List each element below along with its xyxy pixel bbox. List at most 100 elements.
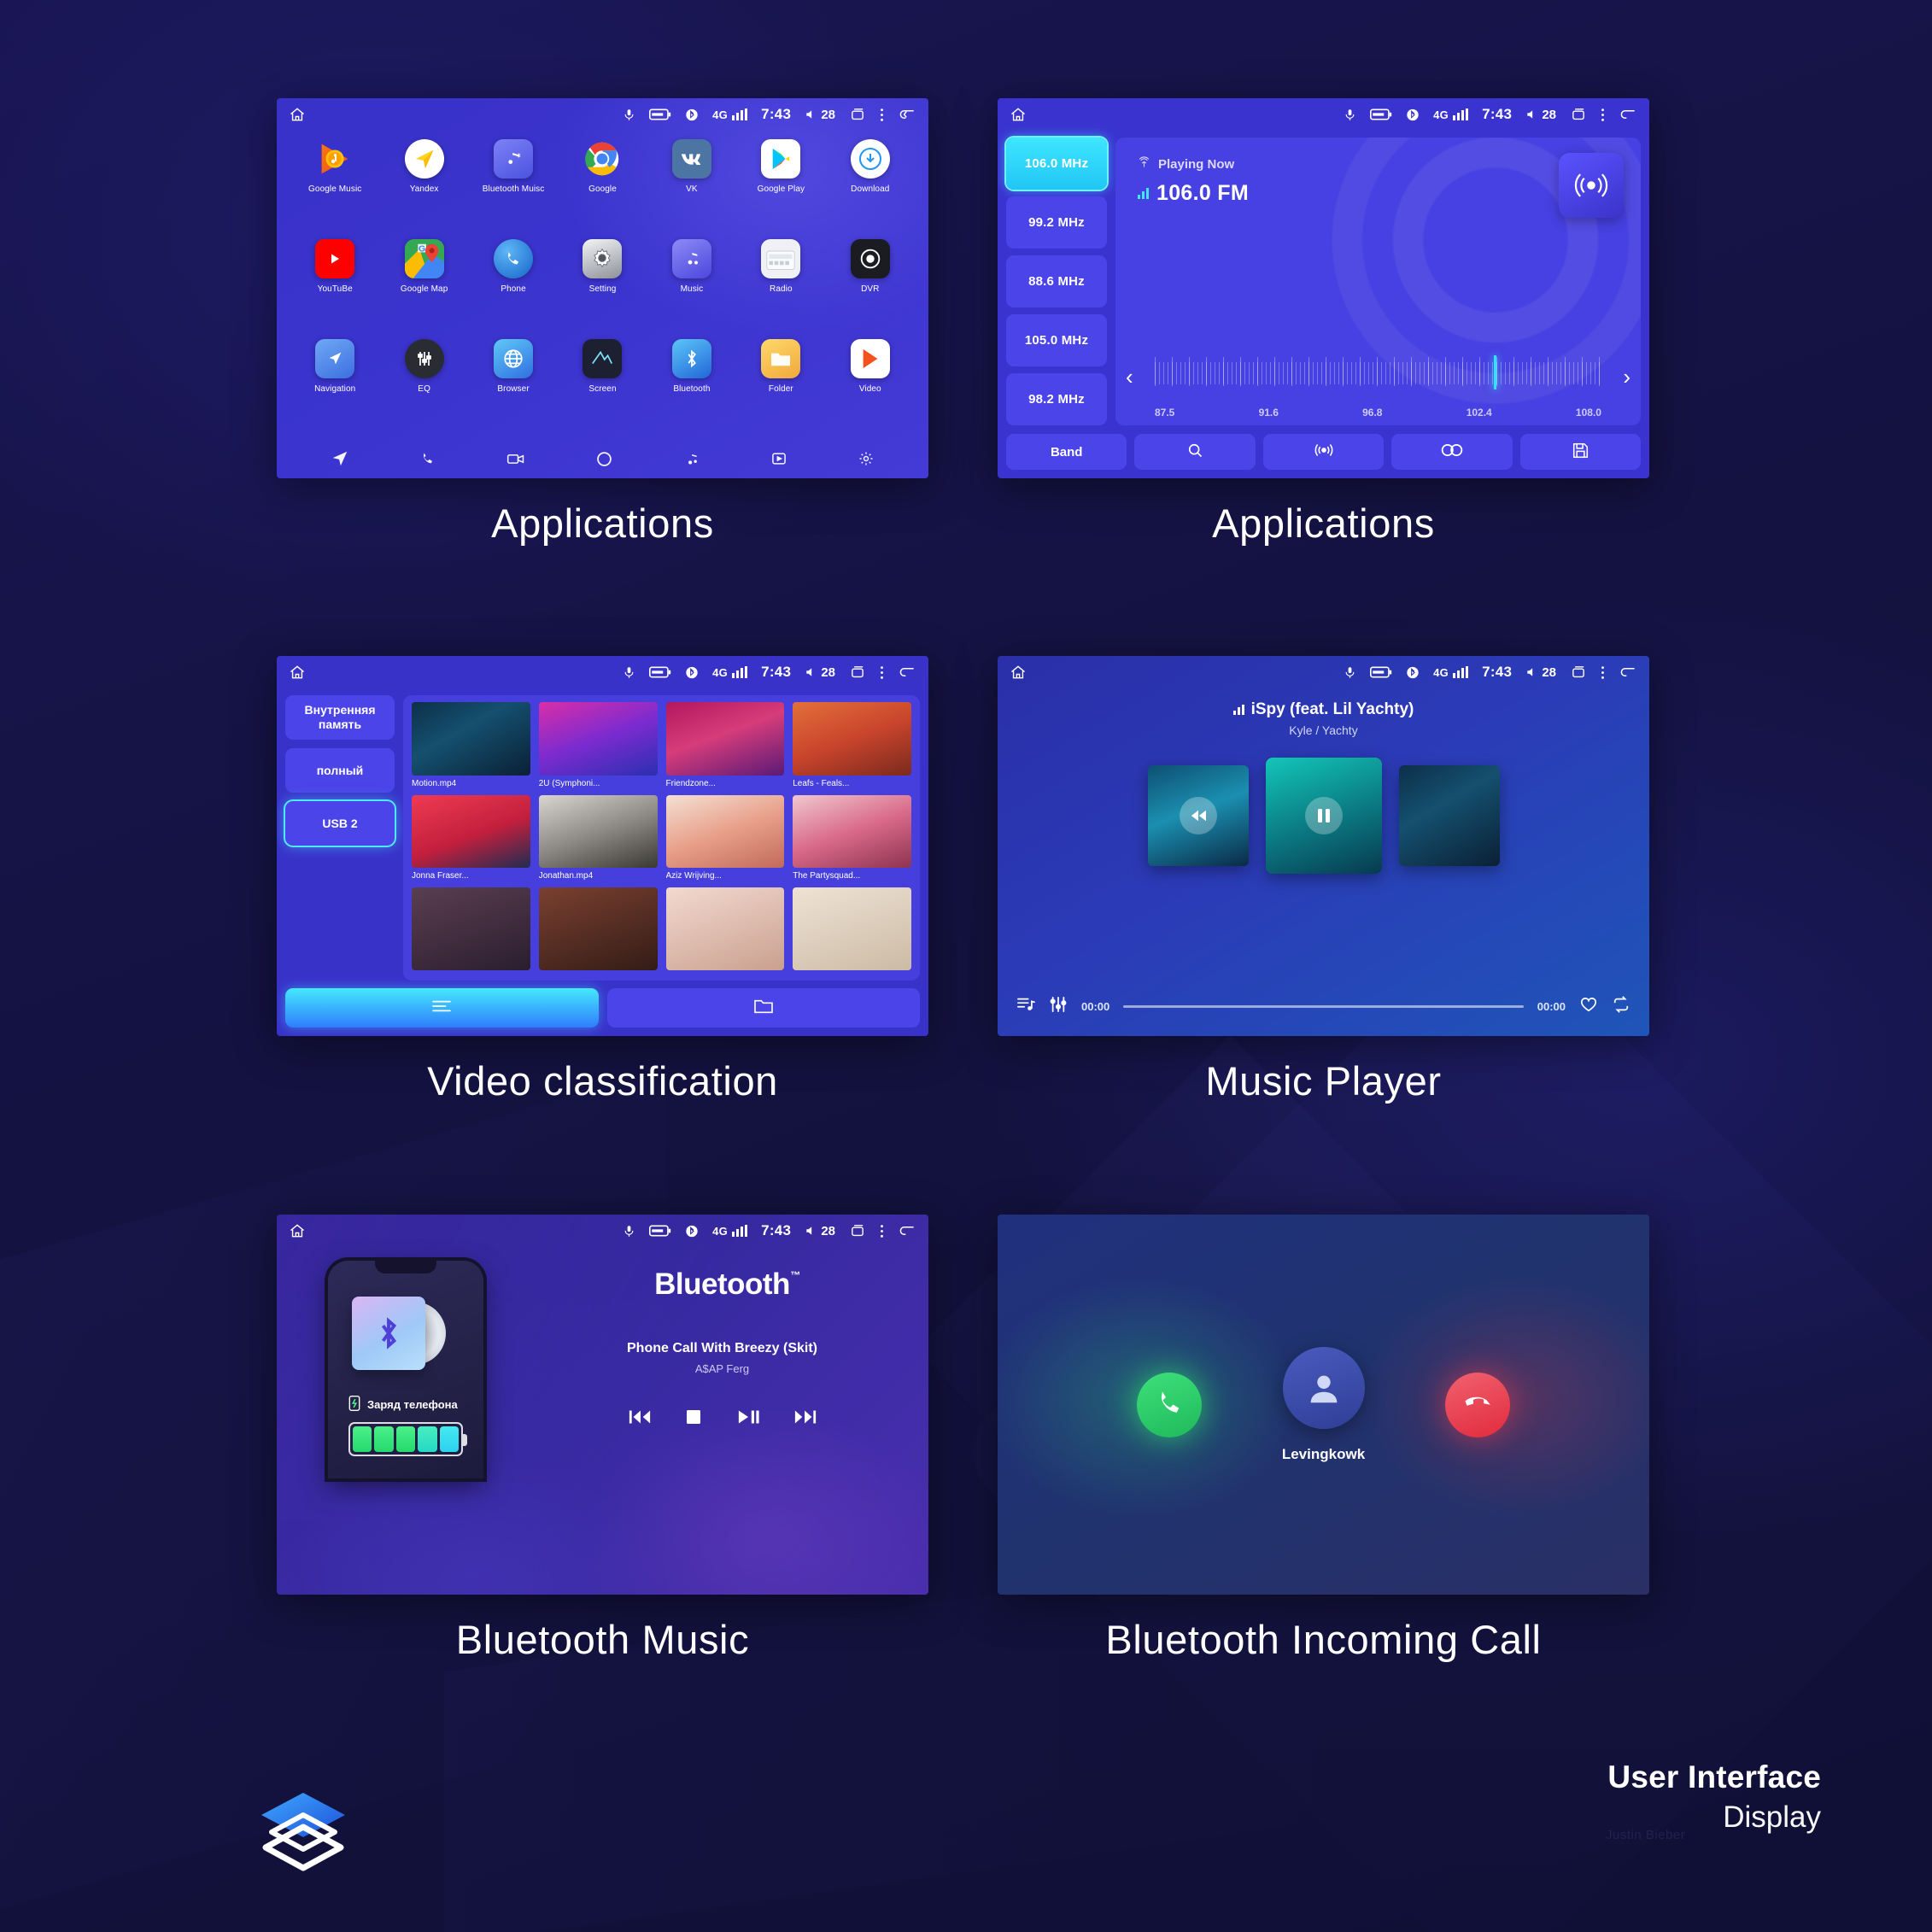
video-item[interactable]: 2U (Symphoni... [538, 702, 658, 788]
back-icon[interactable] [1619, 108, 1637, 121]
preset-button[interactable]: 99.2 MHz [1006, 196, 1107, 249]
video-item[interactable]: Jonathan.mp4 [538, 794, 658, 881]
app-tile-navigation[interactable]: Navigation [290, 339, 379, 439]
app-tile-radio[interactable]: Radio [736, 239, 825, 339]
video-item[interactable]: Aziz Wrijving... [665, 794, 785, 881]
album-cover-next[interactable] [1398, 765, 1500, 866]
video-play-icon[interactable] [770, 450, 787, 467]
home-icon[interactable] [289, 664, 306, 681]
menu-dots-icon[interactable] [880, 1224, 884, 1238]
menu-dots-icon[interactable] [1601, 665, 1605, 680]
tune-up-icon[interactable]: › [1623, 364, 1630, 390]
stop-icon[interactable] [684, 1408, 705, 1431]
video-item[interactable]: Leafs - Feals... [793, 702, 911, 788]
app-tile-vk[interactable]: VK [647, 139, 736, 239]
reject-call-button[interactable] [1445, 1372, 1511, 1437]
mic-icon[interactable] [623, 1224, 635, 1238]
app-tile-google-play[interactable]: Google Play [736, 139, 825, 239]
tab-folder-view[interactable] [606, 988, 920, 1027]
recent-apps-icon[interactable] [1570, 665, 1587, 679]
back-icon[interactable] [898, 1224, 916, 1238]
video-item[interactable] [793, 887, 911, 974]
mic-icon[interactable] [1344, 665, 1356, 680]
home-icon[interactable] [1010, 106, 1027, 123]
home-icon[interactable] [1010, 664, 1027, 681]
source-internal-memory[interactable]: Внутренняя память [285, 695, 395, 740]
app-tile-music[interactable]: Music [647, 239, 736, 339]
app-tile-google[interactable]: Google [558, 139, 647, 239]
album-cover-current[interactable] [1265, 758, 1382, 874]
equalizer-icon[interactable] [1049, 996, 1068, 1017]
dial-needle[interactable] [1493, 355, 1496, 389]
tab-list-view[interactable] [285, 988, 599, 1027]
back-icon[interactable] [898, 108, 916, 121]
album-cover-previous[interactable] [1147, 765, 1249, 866]
app-tile-google-map[interactable]: G Google Map [379, 239, 468, 339]
frequency-dial[interactable]: ‹ › 87.5 91.6 96.8 102.4 108.0 [1115, 354, 1641, 425]
navigation-arrow-icon[interactable] [331, 449, 349, 468]
recent-apps-icon[interactable] [849, 108, 866, 121]
menu-dots-icon[interactable] [880, 108, 884, 122]
preset-button[interactable]: 106.0 MHz [1006, 138, 1107, 190]
app-tile-youtube[interactable]: YouTuBe [290, 239, 379, 339]
tune-down-icon[interactable]: ‹ [1126, 364, 1133, 390]
mic-icon[interactable] [623, 108, 635, 122]
phone-icon[interactable] [419, 450, 436, 467]
menu-dots-icon[interactable] [1601, 108, 1605, 122]
video-item[interactable]: Motion.mp4 [412, 702, 530, 788]
app-tile-bluetooth-music[interactable]: Bluetooth Muisc [469, 139, 558, 239]
preset-button[interactable]: 98.2 MHz [1006, 373, 1107, 425]
app-tile-folder[interactable]: Folder [736, 339, 825, 439]
settings-gear-icon[interactable] [858, 450, 875, 467]
accept-call-button[interactable] [1136, 1372, 1202, 1437]
video-item[interactable]: Jonna Fraser... [412, 794, 530, 881]
scan-button[interactable] [1262, 434, 1385, 470]
source-full[interactable]: полный [285, 748, 395, 793]
home-icon[interactable] [289, 1222, 306, 1239]
progress-bar[interactable] [1123, 1004, 1524, 1008]
dvr-camera-icon[interactable] [506, 451, 525, 466]
app-tile-phone[interactable]: Phone [469, 239, 558, 339]
menu-dots-icon[interactable] [880, 665, 884, 680]
mic-icon[interactable] [1344, 108, 1356, 122]
app-tile-bluetooth[interactable]: Bluetooth [647, 339, 736, 439]
app-tile-download[interactable]: Download [826, 139, 915, 239]
previous-icon[interactable] [628, 1408, 652, 1431]
save-button[interactable] [1519, 434, 1642, 470]
video-item[interactable] [412, 887, 530, 974]
app-tile-eq[interactable]: EQ [379, 339, 468, 439]
rewind-icon[interactable] [1179, 797, 1217, 834]
video-item[interactable] [665, 887, 785, 974]
search-button[interactable] [1134, 434, 1256, 470]
app-tile-browser[interactable]: Browser [469, 339, 558, 439]
preset-button[interactable]: 105.0 MHz [1006, 314, 1107, 366]
app-tile-screen[interactable]: Screen [558, 339, 647, 439]
app-tile-google-music[interactable]: Google Music [290, 139, 379, 239]
source-usb2[interactable]: USB 2 [285, 801, 395, 846]
band-button[interactable]: Band [1006, 434, 1127, 470]
mic-icon[interactable] [623, 665, 635, 680]
playlist-icon[interactable] [1016, 996, 1035, 1017]
loop-button[interactable] [1391, 434, 1513, 470]
video-item[interactable]: The Partysquad... [793, 794, 911, 881]
next-icon[interactable] [793, 1408, 817, 1431]
app-tile-yandex[interactable]: Yandex [379, 139, 468, 239]
recent-apps-icon[interactable] [849, 1224, 866, 1238]
home-icon[interactable] [289, 106, 306, 123]
app-tile-setting[interactable]: Setting [558, 239, 647, 339]
play-pause-icon[interactable] [737, 1408, 761, 1431]
app-tile-video[interactable]: Video [826, 339, 915, 439]
recent-apps-icon[interactable] [849, 665, 866, 679]
home-circle-icon[interactable] [595, 450, 613, 468]
back-icon[interactable] [898, 665, 916, 679]
recent-apps-icon[interactable] [1570, 108, 1587, 121]
pause-icon[interactable] [1304, 797, 1343, 834]
video-item[interactable]: Friendzone... [665, 702, 785, 788]
preset-button[interactable]: 88.6 MHz [1006, 255, 1107, 307]
repeat-icon[interactable] [1612, 995, 1630, 1017]
app-tile-dvr[interactable]: DVR [826, 239, 915, 339]
back-icon[interactable] [1619, 665, 1637, 679]
heart-icon[interactable] [1579, 996, 1598, 1017]
music-note-icon[interactable] [684, 451, 700, 467]
video-item[interactable] [538, 887, 658, 974]
